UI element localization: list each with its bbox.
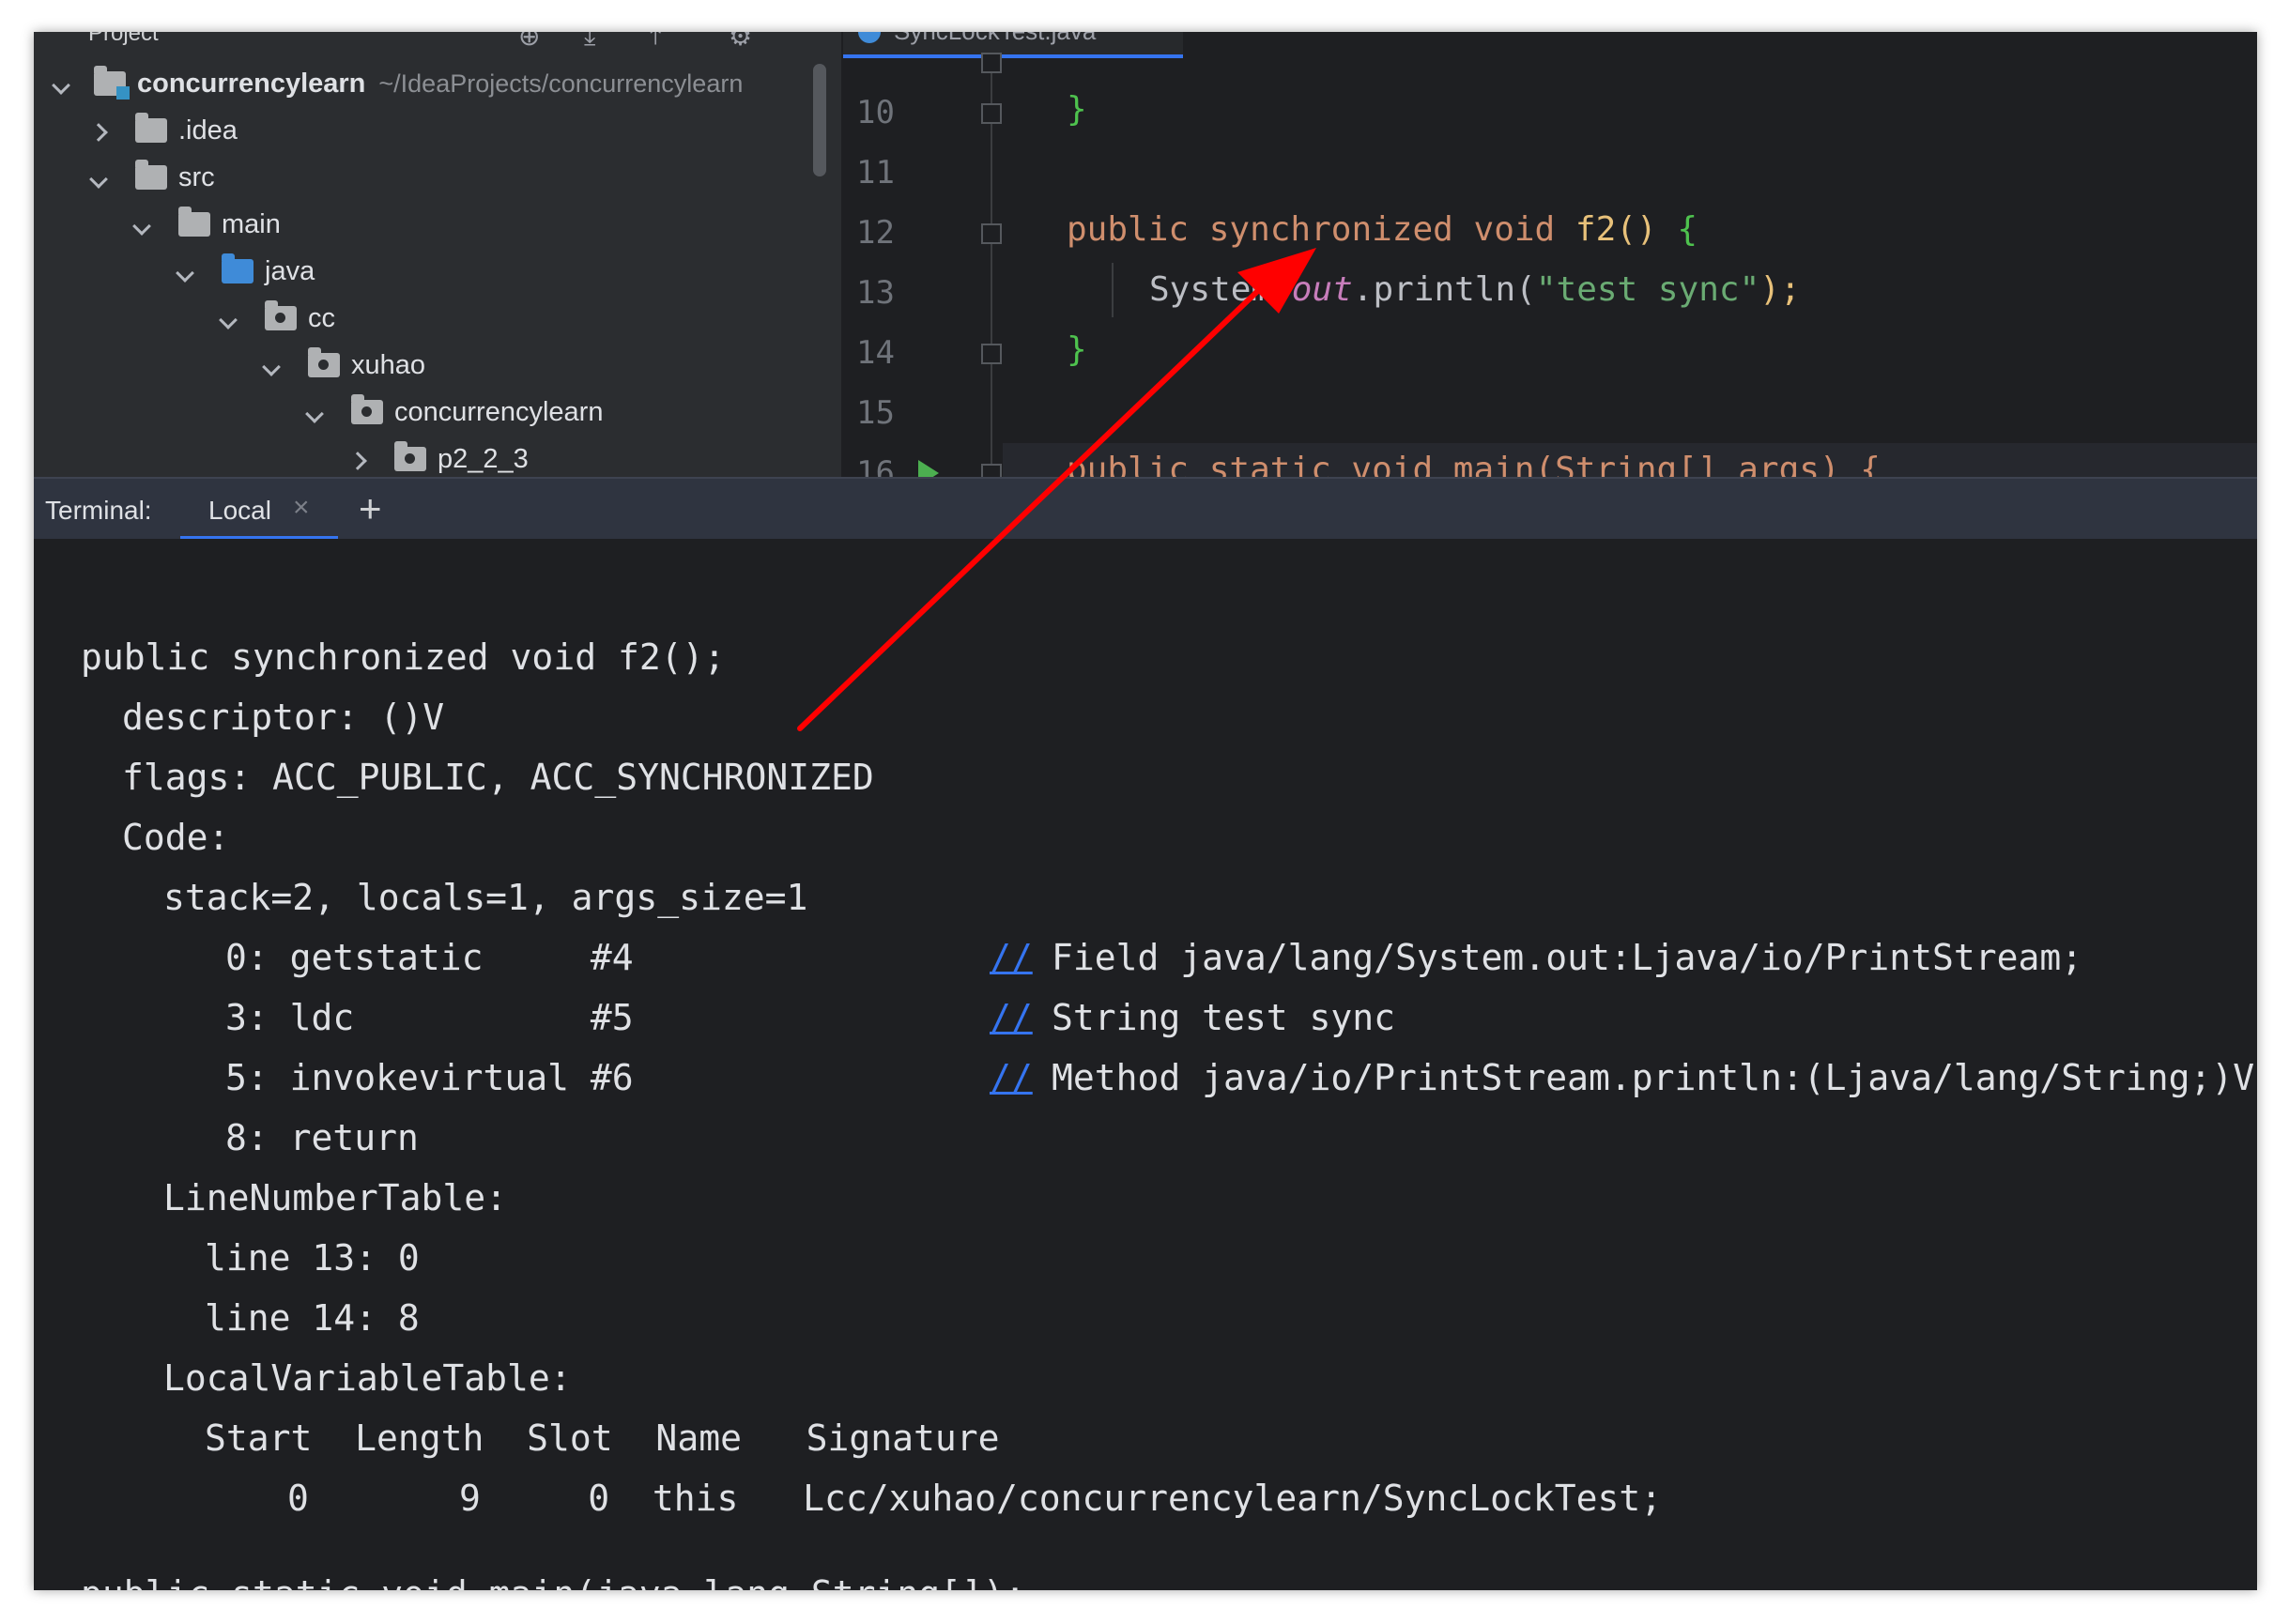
terminal-line: 0: getstatic #4: [225, 937, 634, 978]
fold-marker-icon[interactable]: [981, 464, 1002, 477]
project-scrollbar[interactable]: [813, 64, 826, 176]
expand-all-icon[interactable]: ⤓: [584, 32, 595, 52]
project-header-label[interactable]: Project: [88, 32, 159, 47]
terminal-comment: Field java/lang/System.out:Ljava/io/Prin…: [1052, 937, 2083, 978]
tree-item-concurrencylearn-package[interactable]: concurrencylearn: [34, 389, 841, 436]
source-folder-icon: [222, 253, 253, 283]
terminal-line: Start Length Slot Name Signature: [205, 1417, 1000, 1459]
tree-item-cc[interactable]: cc: [34, 295, 841, 342]
project-tool-window: Project ⊕ ⤓ ⤒ ⚙ concurrencylearn ~/IdeaP…: [34, 32, 841, 477]
java-class-icon: [858, 32, 881, 43]
chevron-down-icon[interactable]: [89, 169, 108, 189]
tree-item-src[interactable]: src: [34, 154, 841, 201]
run-gutter-icon[interactable]: [918, 460, 939, 477]
tab-local-label: Local: [208, 496, 271, 525]
code-line-14: }: [1067, 330, 1087, 369]
line-number: 11: [856, 154, 895, 192]
ide-window: Project ⊕ ⤓ ⤒ ⚙ concurrencylearn ~/IdeaP…: [34, 32, 2257, 1590]
collapse-all-icon[interactable]: ⤒: [650, 32, 661, 52]
terminal-line: 3: ldc #5: [225, 997, 634, 1038]
terminal-comment: Method java/io/PrintStream.println:(Ljav…: [1052, 1057, 2255, 1098]
folder-icon: [135, 160, 167, 190]
terminal-line: flags: ACC_PUBLIC, ACC_SYNCHRONIZED: [122, 757, 874, 798]
tree-item-java[interactable]: java: [34, 248, 841, 295]
terminal-line: line 13: 0: [205, 1237, 420, 1279]
code-line-12: public synchronized void f2() {: [1067, 210, 1698, 249]
project-path-hint: ~/IdeaProjects/concurrencylearn: [378, 69, 744, 98]
terminal-output[interactable]: public synchronized void f2(); descripto…: [34, 539, 2257, 1590]
line-number: 12: [856, 214, 895, 252]
editor-tab[interactable]: SyncLockTest.java: [843, 32, 1183, 58]
fold-marker-icon[interactable]: [981, 344, 1002, 364]
package-icon: [265, 300, 297, 330]
code-line-13: System.out.println("test sync");: [1149, 270, 1801, 309]
tree-item-main[interactable]: main: [34, 201, 841, 248]
fold-marker-icon[interactable]: [981, 223, 1002, 244]
tree-item-p2-2-3[interactable]: p2_2_3: [34, 436, 841, 477]
package-icon: [394, 441, 426, 471]
tree-item-idea[interactable]: .idea: [34, 107, 841, 154]
terminal-header: Terminal: Local × +: [34, 477, 2257, 541]
chevron-down-icon[interactable]: [219, 310, 238, 329]
tab-local[interactable]: Local ×: [180, 479, 338, 541]
chevron-down-icon[interactable]: [52, 75, 70, 95]
tree-item-label: main: [222, 208, 281, 239]
tree-item-label: cc: [308, 302, 335, 333]
tree-item-label: xuhao: [351, 349, 426, 380]
line-number: 10: [856, 94, 895, 131]
comment-marker: //: [990, 997, 1033, 1038]
code-editor[interactable]: SyncLockTest.java 10 11 12 13 14 15 16 }…: [843, 32, 2257, 477]
fold-marker-icon[interactable]: [981, 103, 1002, 124]
chevron-down-icon[interactable]: [262, 357, 281, 376]
tree-item-label: p2_2_3: [438, 443, 529, 474]
project-header: Project ⊕ ⤓ ⤒ ⚙: [34, 32, 841, 53]
tree-item-label: concurrencylearn: [394, 396, 604, 427]
fold-marker-icon[interactable]: [981, 53, 1002, 73]
comment-marker: //: [990, 937, 1033, 978]
terminal-line: Code:: [122, 817, 230, 858]
chevron-down-icon[interactable]: [176, 263, 194, 283]
line-number: 14: [856, 334, 895, 372]
chevron-down-icon[interactable]: [132, 216, 151, 236]
terminal-line: 5: invokevirtual #6: [225, 1057, 634, 1098]
folder-icon: [135, 113, 167, 143]
tree-item-project-root[interactable]: concurrencylearn ~/IdeaProjects/concurre…: [34, 60, 841, 107]
line-number: 15: [856, 394, 895, 432]
terminal-line: public static void main(java.lang.String…: [81, 1573, 1026, 1590]
terminal-line: 8: return: [225, 1117, 419, 1158]
tree-item-xuhao[interactable]: xuhao: [34, 342, 841, 389]
terminal-line: stack=2, locals=1, args_size=1: [163, 877, 808, 918]
line-number: 13: [856, 274, 895, 312]
folder-icon: [178, 207, 210, 237]
terminal-line: descriptor: ()V: [122, 697, 445, 738]
terminal-line: 0 9 0 this Lcc/xuhao/concurrencylearn/Sy…: [287, 1478, 1663, 1519]
terminal-line: line 14: 8: [205, 1297, 420, 1339]
chevron-right-icon[interactable]: [348, 451, 367, 470]
tree-item-label: .idea: [178, 115, 238, 146]
comment-marker: //: [990, 1057, 1033, 1098]
chevron-down-icon[interactable]: [305, 404, 324, 423]
new-tab-button[interactable]: +: [359, 486, 382, 531]
terminal-line: LocalVariableTable:: [163, 1357, 572, 1399]
tree-item-label: src: [178, 161, 215, 192]
editor-tab-label: SyncLockTest.java: [894, 32, 1096, 46]
gear-icon[interactable]: ⚙: [729, 32, 752, 52]
package-icon: [351, 394, 383, 424]
code-line-10: }: [1067, 90, 1087, 129]
line-number: 16: [856, 454, 895, 477]
tree-item-label: concurrencylearn: [137, 68, 366, 99]
indent-guide: [1112, 263, 1114, 317]
terminal-comment: String test sync: [1052, 997, 1396, 1038]
locate-icon[interactable]: ⊕: [518, 32, 540, 52]
chevron-right-icon[interactable]: [89, 122, 108, 142]
tree-item-label: java: [265, 255, 315, 286]
terminal-line: LineNumberTable:: [163, 1177, 508, 1218]
terminal-line: public synchronized void f2();: [81, 636, 726, 678]
code-line-16: public static void main(String[] args) {: [1067, 451, 1881, 477]
terminal-label: Terminal:: [45, 496, 152, 525]
package-icon: [308, 347, 340, 377]
close-icon[interactable]: ×: [293, 492, 310, 524]
module-folder-icon: [94, 66, 130, 100]
